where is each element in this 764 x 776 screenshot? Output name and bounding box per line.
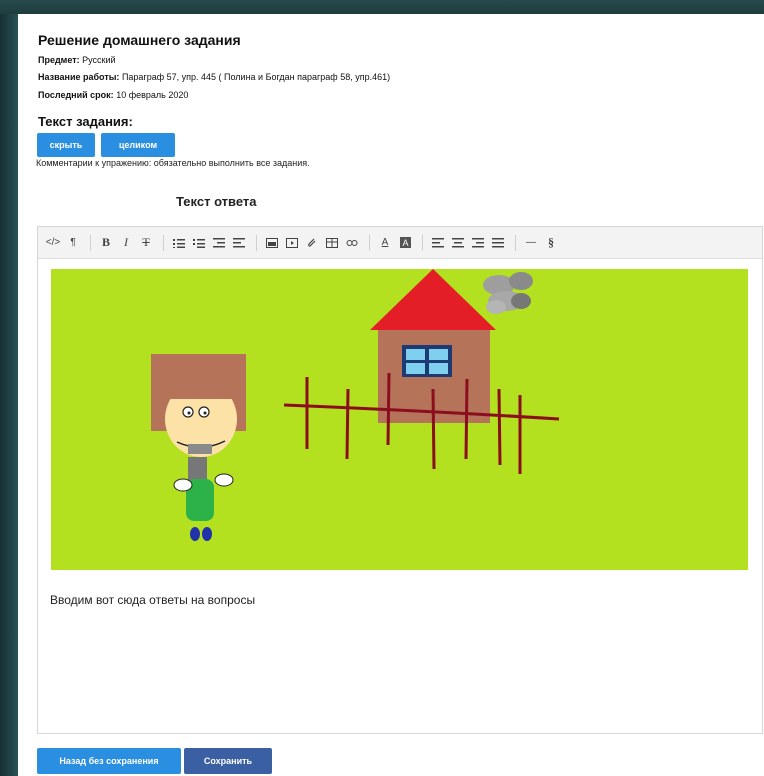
deadline-value: 10 февраль 2020 bbox=[116, 90, 189, 100]
toolbar-divider bbox=[422, 234, 423, 251]
font-color-button[interactable]: A bbox=[376, 234, 394, 252]
task-comment: Комментарии к упражению: обязательно вып… bbox=[36, 158, 310, 168]
toolbar-divider bbox=[515, 234, 516, 251]
paragraph-button[interactable]: ¶ bbox=[64, 234, 82, 252]
toolbar-divider bbox=[369, 234, 370, 251]
special-chars-button[interactable]: § bbox=[542, 234, 560, 252]
html-source-button[interactable]: </> bbox=[44, 234, 62, 252]
inserted-drawing-image bbox=[51, 269, 748, 570]
background-frame-top bbox=[0, 0, 764, 14]
numbered-list-icon[interactable] bbox=[190, 234, 208, 252]
toolbar-divider bbox=[256, 234, 257, 251]
answer-body-text[interactable]: Вводим вот сюда ответы на вопросы bbox=[50, 593, 255, 607]
save-button[interactable]: Сохранить bbox=[184, 748, 272, 774]
italic-button[interactable]: I bbox=[117, 234, 135, 252]
bullet-list-icon[interactable] bbox=[170, 234, 188, 252]
deadline-line: Последний срок: 10 февраль 2020 bbox=[38, 90, 188, 100]
align-left-icon[interactable] bbox=[429, 234, 447, 252]
answer-editor: </> ¶ B I T A A — § Вводим вот сюда отве… bbox=[37, 226, 763, 734]
deadline-label: Последний срок: bbox=[38, 90, 114, 100]
homework-page: Решение домашнего задания Предмет: Русск… bbox=[18, 14, 764, 776]
work-value: Параграф 57, упр. 445 ( Полина и Богдан … bbox=[121, 72, 391, 82]
image-icon[interactable] bbox=[263, 234, 281, 252]
answer-heading: Текст ответа bbox=[176, 194, 257, 209]
work-name-line: Название работы: Параграф 57, упр. 445 (… bbox=[38, 72, 390, 82]
back-without-save-button[interactable]: Назад без сохранения bbox=[37, 748, 181, 774]
align-center-icon[interactable] bbox=[449, 234, 467, 252]
justify-icon[interactable] bbox=[489, 234, 507, 252]
toolbar-divider bbox=[163, 234, 164, 251]
align-right-icon[interactable] bbox=[469, 234, 487, 252]
background-color-icon[interactable]: A bbox=[396, 234, 414, 252]
hide-task-button[interactable]: скрыть bbox=[37, 133, 95, 157]
editor-toolbar: </> ¶ B I T A A — § bbox=[38, 227, 762, 259]
svg-text:A: A bbox=[402, 238, 408, 248]
strikethrough-button[interactable]: T bbox=[137, 234, 155, 252]
subject-label: Предмет: bbox=[38, 55, 80, 65]
link-icon[interactable] bbox=[343, 234, 361, 252]
horizontal-rule-button[interactable]: — bbox=[522, 234, 540, 252]
subject-line: Предмет: Русский bbox=[38, 55, 116, 65]
background-frame-left bbox=[0, 0, 18, 776]
house-window bbox=[402, 345, 452, 377]
attachment-icon[interactable] bbox=[303, 234, 321, 252]
video-icon[interactable] bbox=[283, 234, 301, 252]
outdent-icon[interactable] bbox=[210, 234, 228, 252]
subject-value: Русский bbox=[82, 55, 116, 65]
work-label: Название работы: bbox=[38, 72, 120, 82]
toolbar-divider bbox=[90, 234, 91, 251]
table-icon[interactable] bbox=[323, 234, 341, 252]
bold-button[interactable]: B bbox=[97, 234, 115, 252]
page-title: Решение домашнего задания bbox=[38, 32, 241, 48]
task-heading: Текст задания: bbox=[38, 114, 133, 129]
show-full-task-button[interactable]: целиком bbox=[101, 133, 175, 157]
indent-icon[interactable] bbox=[230, 234, 248, 252]
